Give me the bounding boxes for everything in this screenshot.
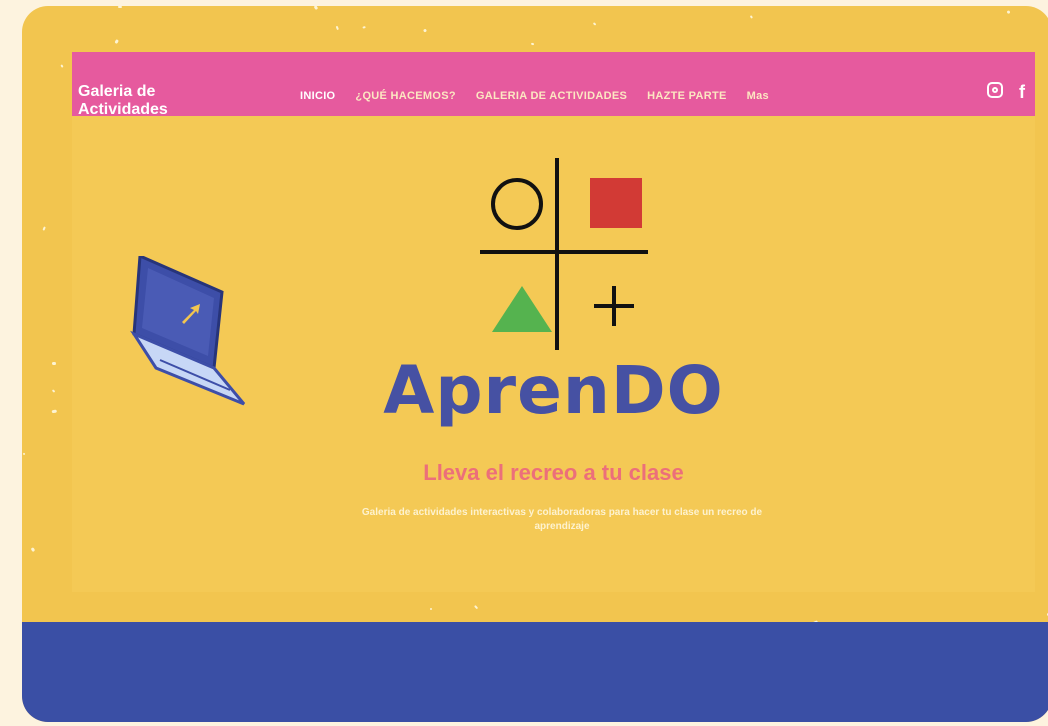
nav-item-hazte-parte[interactable]: HAZTE PARTE [647,90,726,102]
square-icon [590,178,642,228]
confetti-speck [313,6,319,10]
confetti-speck [22,452,26,456]
confetti-speck [51,361,56,365]
circle-icon [491,178,543,230]
confetti-speck [361,25,366,29]
site-title[interactable]: Galeria de Actividades [78,83,218,119]
laptop-illustration [130,256,246,406]
confetti-speck [114,39,119,44]
social-links: f [987,82,1025,103]
confetti-speck [592,22,597,27]
confetti-speck [51,389,56,394]
confetti-speck [335,25,340,31]
nav-item-que-hacemos[interactable]: ¿QUÉ HACEMOS? [355,90,455,102]
confetti-speck [30,546,35,552]
confetti-speck [52,409,58,413]
browser-frame: Galeria de Actividades INICIO ¿QUÉ HACEM… [22,6,1048,722]
main-nav: INICIO ¿QUÉ HACEMOS? GALERIA DE ACTIVIDA… [300,90,769,102]
nav-item-galeria[interactable]: GALERIA DE ACTIVIDADES [476,90,627,102]
confetti-speck [423,28,427,33]
confetti-speck [750,14,754,19]
confetti-speck [42,226,46,231]
confetti-speck [530,42,535,47]
nav-item-inicio[interactable]: INICIO [300,90,335,102]
hero-tagline: Lleva el recreo a tu clase [423,460,684,485]
nav-item-mas[interactable]: Mas [747,90,769,102]
bottom-band [22,622,1048,722]
confetti-speck [473,605,479,610]
facebook-icon[interactable]: f [1019,82,1025,103]
confetti-speck [430,608,433,610]
aprendo-logo [480,158,648,350]
confetti-speck [1007,10,1011,15]
triangle-icon [492,286,552,332]
confetti-speck [60,64,64,68]
confetti-speck [117,6,122,9]
instagram-icon[interactable] [987,82,1003,98]
navbar: Galeria de Actividades INICIO ¿QUÉ HACEM… [72,52,1035,119]
hero-subtitle: Galeria de actividades interactivas y co… [361,507,763,532]
